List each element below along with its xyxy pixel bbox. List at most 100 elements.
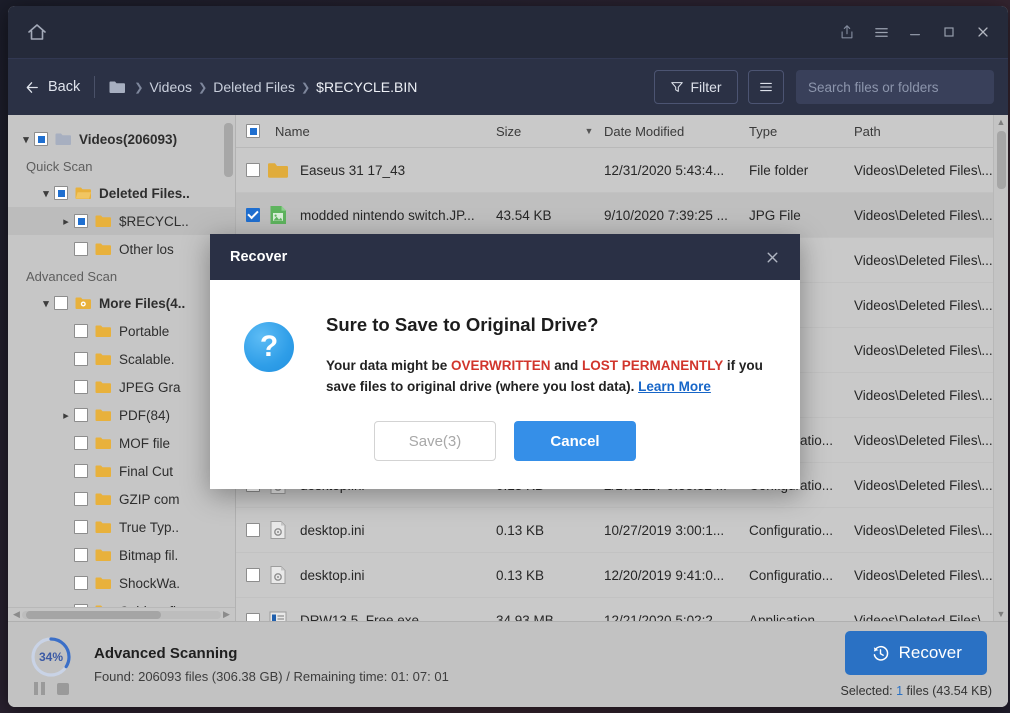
- sidebar-item-checkbox[interactable]: [74, 520, 88, 534]
- chevron-right-icon[interactable]: ▸: [58, 409, 74, 422]
- sidebar-tree-item[interactable]: ▸PDF(84): [8, 401, 235, 429]
- sidebar-item-checkbox[interactable]: [74, 352, 88, 366]
- back-button[interactable]: Back: [24, 79, 94, 96]
- table-row[interactable]: DRW13.5_Free.exe34.93 MB12/21/2020 5:02:…: [236, 598, 1008, 621]
- sidebar-scroll-thumb[interactable]: [224, 123, 233, 177]
- scroll-up-icon[interactable]: ▲: [994, 115, 1008, 129]
- row-checkbox[interactable]: [246, 163, 260, 177]
- sidebar-tree-item[interactable]: ▸$RECYCL..: [8, 207, 235, 235]
- sidebar-tree-item[interactable]: ▾Videos(206093): [8, 125, 235, 153]
- file-list-header: Name Size ▼ Date Modified Type Path: [236, 115, 1008, 148]
- close-icon[interactable]: [758, 243, 786, 271]
- chevron-down-icon[interactable]: ▾: [38, 297, 54, 310]
- chevron-down-icon[interactable]: ▾: [18, 133, 34, 146]
- home-icon[interactable]: [24, 19, 50, 45]
- image-file-icon: [267, 204, 289, 226]
- sidebar-item-checkbox[interactable]: [54, 186, 68, 200]
- sidebar-tree-item[interactable]: GZIP com: [8, 485, 235, 513]
- breadcrumb-item-deleted-files[interactable]: Deleted Files: [213, 79, 295, 95]
- file-date-modified: 12/31/2020 5:43:4...: [604, 163, 749, 178]
- sidebar-item-checkbox[interactable]: [74, 408, 88, 422]
- share-icon[interactable]: [830, 15, 864, 49]
- sidebar-tree-item[interactable]: Cabinet fi: [8, 597, 235, 607]
- column-header-path[interactable]: Path: [854, 124, 1008, 139]
- column-header-name[interactable]: Name: [246, 124, 496, 139]
- sidebar-item-checkbox[interactable]: [74, 548, 88, 562]
- row-checkbox[interactable]: [246, 208, 260, 222]
- scroll-left-icon[interactable]: ◀: [11, 609, 22, 620]
- file-list-scroll-thumb[interactable]: [997, 131, 1006, 189]
- breadcrumb-item-videos[interactable]: Videos: [149, 79, 192, 95]
- sidebar-item-checkbox[interactable]: [34, 132, 48, 146]
- sidebar-tree-item[interactable]: Other los: [8, 235, 235, 263]
- search-input[interactable]: [808, 80, 985, 95]
- table-row[interactable]: desktop.ini0.13 KB10/27/2019 3:00:1...Co…: [236, 508, 1008, 553]
- sidebar-item-checkbox[interactable]: [74, 324, 88, 338]
- dialog-message: Your data might be OVERWRITTEN and LOST …: [326, 356, 770, 398]
- recover-button[interactable]: Recover: [845, 631, 987, 675]
- sidebar-tree-item[interactable]: JPEG Gra: [8, 373, 235, 401]
- sidebar-tree-item[interactable]: Final Cut: [8, 457, 235, 485]
- breadcrumb-item-recycle-bin[interactable]: $RECYCLE.BIN: [316, 79, 417, 95]
- row-checkbox[interactable]: [246, 613, 260, 621]
- app-window: Back ❯ Videos ❯ Deleted Files ❯ $RECYCLE…: [8, 6, 1008, 707]
- minimize-icon[interactable]: [898, 15, 932, 49]
- config-file-icon: [267, 564, 289, 586]
- filter-label: Filter: [690, 79, 721, 95]
- chevron-down-icon[interactable]: ▼: [574, 126, 604, 136]
- sidebar-tree-item[interactable]: Scalable.: [8, 345, 235, 373]
- learn-more-link[interactable]: Learn More: [638, 379, 711, 394]
- select-all-checkbox[interactable]: [246, 124, 260, 138]
- column-header-type[interactable]: Type: [749, 124, 854, 139]
- chevron-down-icon[interactable]: ▾: [38, 187, 54, 200]
- maximize-icon[interactable]: [932, 15, 966, 49]
- file-type: JPG File: [749, 208, 854, 223]
- pause-icon[interactable]: [34, 682, 46, 695]
- sidebar-item-checkbox[interactable]: [74, 492, 88, 506]
- sidebar-item-label: Scalable.: [119, 352, 175, 367]
- scroll-right-icon[interactable]: ▶: [221, 609, 232, 620]
- column-header-date[interactable]: Date Modified: [604, 124, 749, 139]
- table-row[interactable]: desktop.ini0.13 KB12/20/2019 9:41:0...Co…: [236, 553, 1008, 598]
- sidebar-item-checkbox[interactable]: [74, 214, 88, 228]
- sidebar-tree-item[interactable]: MOF file: [8, 429, 235, 457]
- row-checkbox[interactable]: [246, 568, 260, 582]
- stop-icon[interactable]: [57, 683, 69, 695]
- sidebar-tree-item[interactable]: ShockWa.: [8, 569, 235, 597]
- sidebar-item-checkbox[interactable]: [74, 604, 88, 607]
- sidebar-tree-item[interactable]: ▾More Files(4..: [8, 289, 235, 317]
- list-view-icon[interactable]: [748, 70, 784, 104]
- search-box[interactable]: [796, 70, 994, 104]
- sidebar-item-checkbox[interactable]: [54, 296, 68, 310]
- scroll-down-icon[interactable]: ▼: [994, 607, 1008, 621]
- sidebar-horizontal-scrollbar[interactable]: ◀ ▶: [8, 607, 235, 621]
- sidebar-item-label: MOF file: [119, 436, 170, 451]
- sidebar-tree-item[interactable]: ▾Deleted Files..: [8, 179, 235, 207]
- row-checkbox[interactable]: [246, 523, 260, 537]
- sidebar-item-checkbox[interactable]: [74, 436, 88, 450]
- save-button[interactable]: Save(3): [374, 421, 496, 461]
- file-list-scrollbar[interactable]: ▲ ▼: [993, 115, 1008, 621]
- sidebar-item-checkbox[interactable]: [74, 464, 88, 478]
- chevron-right-icon[interactable]: ▸: [58, 215, 74, 228]
- selected-prefix: Selected:: [841, 684, 897, 698]
- table-row[interactable]: Easeus 31 17_4312/31/2020 5:43:4...File …: [236, 148, 1008, 193]
- sidebar-item-checkbox[interactable]: [74, 576, 88, 590]
- sidebar-item-checkbox[interactable]: [74, 380, 88, 394]
- table-row[interactable]: modded nintendo switch.JP...43.54 KB9/10…: [236, 193, 1008, 238]
- sidebar-tree-item[interactable]: Bitmap fil.: [8, 541, 235, 569]
- close-icon[interactable]: [966, 15, 1000, 49]
- title-bar: [8, 6, 1008, 58]
- sidebar-tree-item[interactable]: Portable: [8, 317, 235, 345]
- column-header-size[interactable]: Size: [496, 124, 574, 139]
- file-path: Videos\Deleted Files\...: [854, 298, 1008, 313]
- sidebar-tree-item[interactable]: True Typ..: [8, 513, 235, 541]
- scroll-track[interactable]: [22, 611, 221, 619]
- folder-icon: [95, 576, 112, 590]
- filter-button[interactable]: Filter: [654, 70, 738, 104]
- sidebar-item-label: Cabinet fi: [119, 604, 176, 608]
- sidebar-item-checkbox[interactable]: [74, 242, 88, 256]
- hamburger-menu-icon[interactable]: [864, 15, 898, 49]
- scroll-thumb[interactable]: [26, 611, 161, 619]
- cancel-button[interactable]: Cancel: [514, 421, 636, 461]
